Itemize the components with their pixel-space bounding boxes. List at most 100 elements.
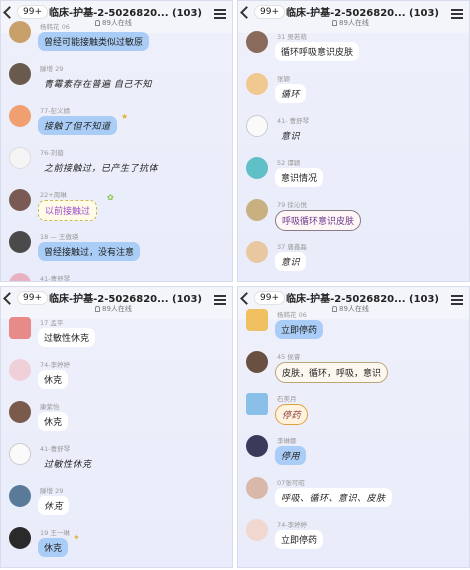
message-bubble[interactable]: 循环 xyxy=(275,84,307,103)
sender-name: 杨韩花 06 xyxy=(40,23,70,31)
message-bubble[interactable]: 意识 xyxy=(275,126,306,145)
person-icon xyxy=(332,306,337,312)
person-icon xyxy=(95,20,100,26)
avatar[interactable] xyxy=(246,393,268,415)
message-bubble[interactable]: 停药 xyxy=(275,404,309,425)
group-title: 临床-护基-2-5026820... (103) xyxy=(49,8,203,19)
avatar[interactable] xyxy=(246,435,268,457)
sender-name: 74-李婷婷 xyxy=(277,521,308,529)
message-bubble[interactable]: 青霉素存在普遍 自己不知 xyxy=(38,74,158,93)
message-bubble[interactable]: 意识 xyxy=(275,252,307,271)
online-status: 89人在线 xyxy=(95,304,132,314)
message-bubble[interactable]: 休克 xyxy=(38,370,69,389)
sender-name: 45 侯睿 xyxy=(277,353,301,361)
sender-name: 滕增 29 xyxy=(40,65,64,73)
avatar[interactable] xyxy=(9,189,31,211)
message-bubble[interactable]: 接触了但不知道 xyxy=(38,116,117,135)
message-bubble[interactable]: 曾经可能接触类似过敏原 xyxy=(38,32,150,51)
group-title: 临床-护基-2-5026820... (103) xyxy=(286,294,440,305)
menu-icon[interactable] xyxy=(451,9,463,19)
sender-name: 07张可昭 xyxy=(277,479,305,487)
message-bubble[interactable]: 过敏性休克 xyxy=(38,454,98,473)
avatar[interactable] xyxy=(9,63,31,85)
avatar[interactable] xyxy=(9,317,31,339)
avatar[interactable] xyxy=(246,115,268,137)
avatar[interactable] xyxy=(246,241,268,263)
message-bubble[interactable]: 呼吸、循环、意识、皮肤 xyxy=(275,488,392,507)
chat-header: 99+ 临床-护基-2-5026820... (103) 89人在线 xyxy=(1,1,232,33)
sender-name: 79 徐沁悦 xyxy=(277,201,307,209)
message-bubble[interactable]: 意识情况 xyxy=(275,168,324,187)
unread-badge: 99+ xyxy=(17,291,48,305)
online-status: 89人在线 xyxy=(95,18,132,28)
avatar[interactable] xyxy=(9,231,31,253)
avatar[interactable] xyxy=(246,157,268,179)
sender-name: 31 吴若萌 xyxy=(277,33,307,41)
message-bubble[interactable]: 过敏性休克 xyxy=(38,328,96,347)
message-bubble[interactable]: 停用 xyxy=(275,446,307,465)
message-bubble[interactable]: 曾经接触过，没有注意 xyxy=(38,242,141,261)
online-status: 89人在线 xyxy=(332,18,369,28)
avatar[interactable] xyxy=(246,73,268,95)
sender-name: 41-曹舒琴 xyxy=(40,275,71,282)
message-bubble[interactable]: 之前接触过，已产生了抗体 xyxy=(38,158,164,177)
screenshot-grid: 99+ 临床-护基-2-5026820... (103) 89人在线 杨韩花 0… xyxy=(0,0,470,570)
avatar[interactable] xyxy=(246,199,268,221)
sender-name: 76-刘璇 xyxy=(40,149,64,157)
menu-icon[interactable] xyxy=(451,295,463,305)
person-icon xyxy=(332,20,337,26)
leaf-icon: ✿ xyxy=(107,193,114,202)
person-icon xyxy=(95,306,100,312)
message-bubble[interactable]: 皮肤，循环，呼吸，意识 xyxy=(275,362,389,383)
message-bubble[interactable]: 循环呼吸意识皮肤 xyxy=(275,42,360,61)
avatar[interactable] xyxy=(246,351,268,373)
sender-name: 19 王一琳 xyxy=(40,529,70,537)
avatar[interactable] xyxy=(9,105,31,127)
sender-name: 康紫怡 xyxy=(40,403,60,411)
sender-name: 石美月 xyxy=(277,395,297,403)
unread-badge: 99+ xyxy=(17,5,48,19)
sender-name: 52 谭颖 xyxy=(277,159,301,167)
avatar[interactable] xyxy=(246,309,268,331)
avatar[interactable] xyxy=(9,527,31,549)
avatar[interactable] xyxy=(9,273,31,281)
chevron-left-icon xyxy=(3,5,16,19)
menu-icon[interactable] xyxy=(214,9,226,19)
menu-icon[interactable] xyxy=(214,295,226,305)
message-bubble[interactable]: 呼吸循环意识皮肤 xyxy=(275,210,362,231)
chevron-left-icon xyxy=(240,291,253,305)
sender-name: 滕增 29 xyxy=(40,487,64,495)
avatar[interactable] xyxy=(9,147,31,169)
message-bubble[interactable]: 休克 xyxy=(38,496,70,515)
sender-name: 张颖 xyxy=(277,75,290,83)
chat-panel-4: 99+ 临床-护基-2-5026820... (103) 89人在线 杨韩花 0… xyxy=(237,286,470,568)
group-title: 临床-护基-2-5026820... (103) xyxy=(49,294,203,305)
avatar[interactable] xyxy=(246,519,268,541)
avatar[interactable] xyxy=(9,401,31,423)
sender-name: 李琳娜 xyxy=(277,437,297,445)
message-bubble[interactable]: 立即停药 xyxy=(275,320,324,339)
sender-name: 17 孟平 xyxy=(40,319,64,327)
back-button[interactable]: 99+ xyxy=(240,5,285,19)
avatar[interactable] xyxy=(9,359,31,381)
avatar[interactable] xyxy=(9,443,31,465)
online-status: 89人在线 xyxy=(332,304,369,314)
online-count: 89人在线 xyxy=(102,305,132,313)
avatar[interactable] xyxy=(246,31,268,53)
sender-name: 37 唐鑫磊 xyxy=(277,243,307,251)
message-bubble[interactable]: 休克 xyxy=(38,412,69,431)
avatar[interactable] xyxy=(9,485,31,507)
sender-name: 74-李婷婷 xyxy=(40,361,71,369)
avatar[interactable] xyxy=(9,21,31,43)
avatar[interactable] xyxy=(246,477,268,499)
back-button[interactable]: 99+ xyxy=(240,291,285,305)
message-bubble[interactable]: 休克 xyxy=(38,538,69,557)
message-bubble[interactable]: 立即停药 xyxy=(275,530,324,549)
sender-name: 杨韩花 06 xyxy=(277,311,307,319)
unread-badge: 99+ xyxy=(254,5,285,19)
back-button[interactable]: 99+ xyxy=(3,5,48,19)
group-title: 临床-护基-2-5026820... (103) xyxy=(286,8,440,19)
back-button[interactable]: 99+ xyxy=(3,291,48,305)
star-icon: ✦ xyxy=(73,533,80,542)
message-bubble[interactable]: 以前接触过 xyxy=(38,200,98,221)
